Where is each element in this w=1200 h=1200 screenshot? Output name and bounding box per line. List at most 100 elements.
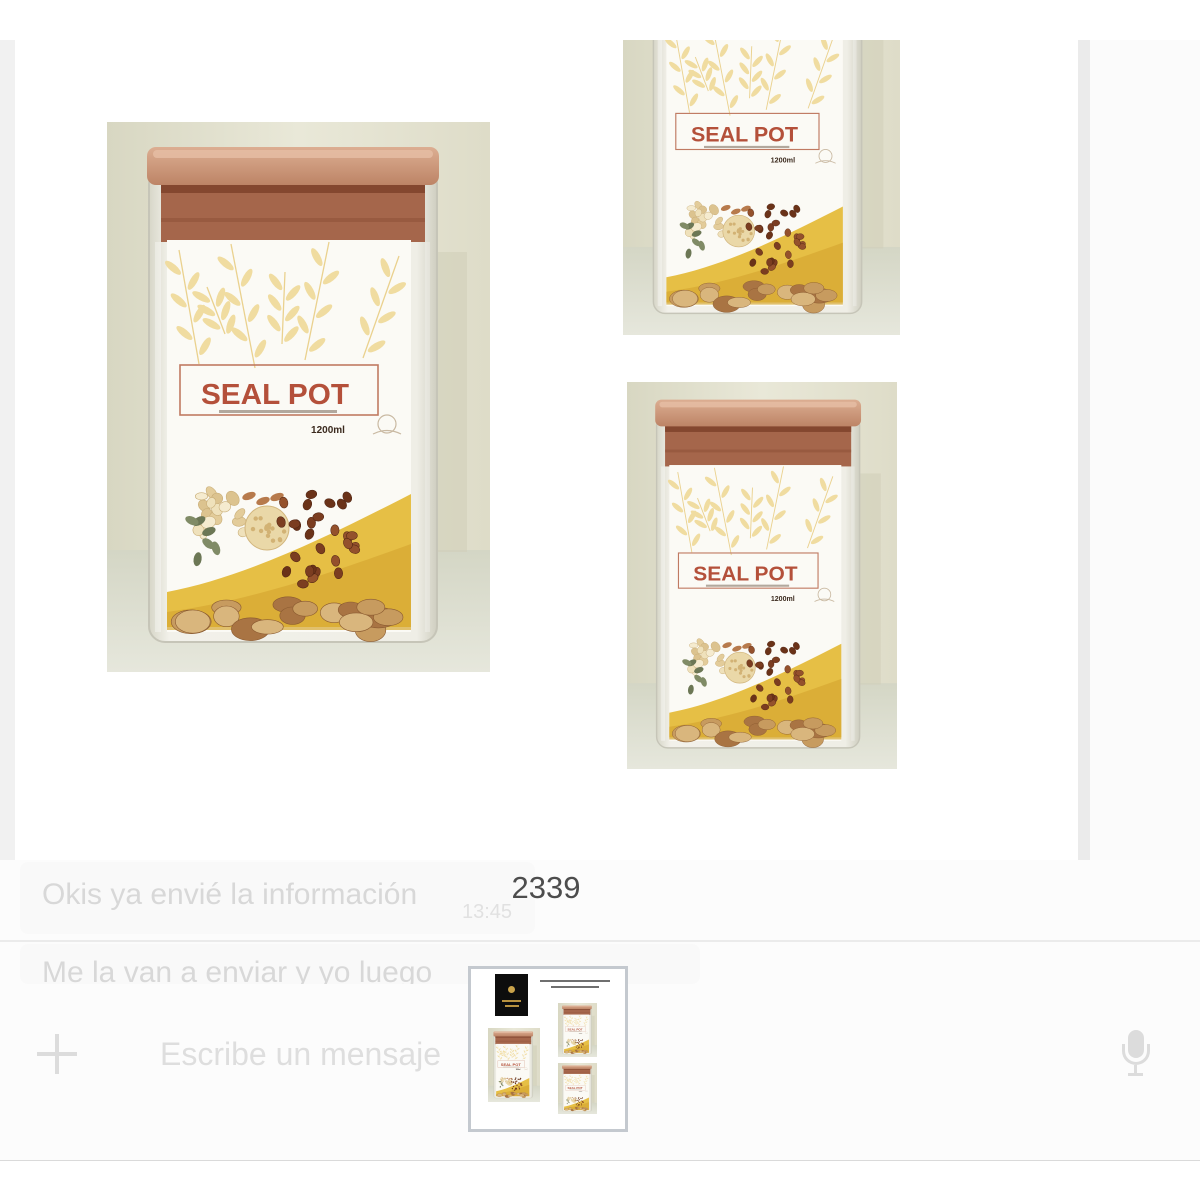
jar-photo-detail (761, 703, 770, 711)
jar-photo-detail (750, 668, 754, 672)
jar-shadow (591, 1015, 595, 1046)
jar-photo-detail (728, 731, 752, 743)
jar-photo-image: SEAL POT 1200ml (623, 40, 900, 335)
jar-lid-highlight (562, 1005, 592, 1007)
label-title: SEAL POT (691, 124, 798, 147)
jar-shadow (591, 1075, 595, 1103)
jar-photo-detail (572, 1051, 576, 1054)
jar-photo-detail (509, 1083, 511, 1084)
media-thumbnail-selected[interactable]: SEAL POT 1200ml SEAL POT 1200ml SEAL POT 12… (468, 966, 628, 1132)
jar-inner-seal-rim (161, 184, 425, 193)
label-subtitle-line (704, 145, 790, 149)
chat-divider (0, 940, 1200, 942)
jar-photo-detail (746, 237, 750, 241)
jar-inner-seal-rim (665, 425, 852, 432)
jar-photo-detail (686, 205, 697, 211)
jar-photo-detail (736, 230, 740, 234)
jar-photo-detail (507, 1082, 509, 1084)
jar-photo-detail (511, 1083, 512, 1085)
thumbnail-jar-top: SEAL POT 1200ml (558, 1003, 597, 1057)
jar-photo-detail (510, 1084, 511, 1085)
jar-photo-detail (508, 1081, 510, 1082)
jar-photo-detail (576, 1099, 578, 1101)
label-subtitle-line (219, 410, 337, 413)
thumbnail-logo (495, 974, 528, 1016)
jar-photo-detail (771, 219, 780, 227)
jar-photo-detail (766, 694, 773, 703)
jar-photo-detail (581, 1108, 586, 1111)
label-title: SEAL POT (201, 379, 349, 411)
preview-scrollbar[interactable] (1078, 40, 1090, 860)
jar-lid-highlight (153, 150, 433, 158)
jar-photo-detail (297, 579, 309, 589)
jar-photo-detail (803, 282, 825, 295)
jar-photo-detail (258, 528, 264, 534)
jar-shadow (856, 473, 881, 685)
microphone-icon-arc (1122, 1044, 1150, 1065)
jar-glass-highlight (562, 1014, 564, 1054)
jar-photo-image: SEAL POT1200ml (558, 1063, 597, 1114)
jar-photo-detail (672, 290, 698, 308)
jar-inner-seal-rim (563, 1068, 591, 1070)
thumbnail-text-line (540, 980, 610, 982)
jar-photo-image: SEAL POT 1200ml (107, 122, 490, 672)
jar-photo-detail (564, 1108, 569, 1111)
jar-photo-detail (499, 1077, 502, 1079)
label-volume: 1200ml (311, 425, 345, 436)
jar-photo-detail (578, 1041, 581, 1043)
jar-photo-top-right: SEAL POT 1200ml (623, 40, 900, 335)
jar-photo-detail (576, 1050, 580, 1052)
jar-photo-detail (270, 538, 276, 543)
jar-photo-detail (734, 668, 738, 672)
jar-photo-detail (742, 675, 746, 679)
jar-photo-detail (741, 229, 745, 234)
preview-caption: 2339 (511, 870, 581, 905)
jar-photo-detail (572, 1109, 576, 1111)
jar-glass-highlight (590, 1014, 591, 1054)
thumbnail-logo-mark (508, 986, 515, 993)
jar-photo-detail (583, 1107, 587, 1109)
jar-photo-detail (497, 1093, 503, 1097)
jar-photo-detail (356, 598, 386, 616)
label-title: SEAL POT (501, 1062, 522, 1067)
jar-photo-detail (509, 1082, 510, 1084)
thumbnail-logo-line (502, 1000, 521, 1002)
viewer-right-margin (1090, 40, 1200, 860)
jar-glass-highlight (425, 242, 430, 632)
jar-shadow (532, 1045, 537, 1086)
jar-lid-highlight (659, 401, 857, 408)
jar-photo-detail (277, 537, 283, 542)
jar-photo-detail (521, 1092, 526, 1095)
microphone-icon (1118, 1030, 1154, 1080)
label-volume: 1200ml (771, 155, 796, 164)
viewer-left-edge (0, 40, 15, 860)
label-subtitle-line (705, 584, 790, 587)
jar-photo-detail (728, 666, 732, 670)
thumbnail-jar-large: SEAL POT 1200ml (488, 1028, 540, 1102)
jar-photo-detail (730, 659, 734, 663)
jar-photo-detail (728, 222, 733, 226)
microphone-icon-base (1128, 1073, 1143, 1076)
jar-photo-detail (727, 297, 751, 308)
jar-photo-detail (741, 238, 745, 242)
thumbnail-logo-line (505, 1005, 519, 1007)
jar-photo-detail (733, 659, 737, 663)
document-preview-panel[interactable]: SEAL POT 1200ml SEAL POT 1200ml SEAL POT 12… (15, 40, 1078, 860)
jar-photo-detail (583, 1049, 587, 1052)
jar-photo-bottom-right: SEAL POT 1200ml (627, 382, 897, 769)
jar-glass-highlight (531, 1044, 532, 1097)
jar-photo-detail (738, 671, 743, 675)
jar-photo-image: SEAL POT1200ml (627, 382, 897, 769)
jar-glass-highlight (660, 466, 666, 741)
label-title: SEAL POT (568, 1028, 583, 1032)
jar-photo-detail (757, 283, 776, 295)
jar-photo-detail (578, 1099, 581, 1101)
jar-photo-detail (514, 1087, 517, 1090)
jar-photo-detail (513, 1089, 516, 1091)
jar-photo-detail (265, 533, 271, 538)
jar-photo-detail (566, 1097, 569, 1099)
jar-photo-detail (675, 725, 700, 742)
jar-photo-detail (250, 526, 256, 532)
jar-photo-detail (727, 230, 731, 234)
jar-photo-detail (253, 516, 258, 521)
